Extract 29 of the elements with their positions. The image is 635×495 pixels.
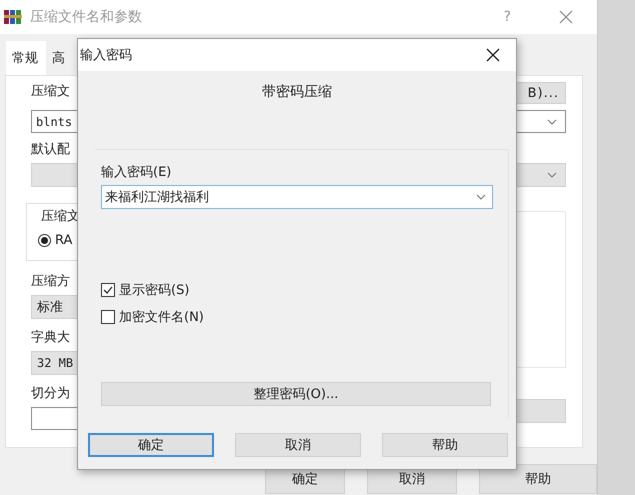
close-icon[interactable] [486,48,500,62]
field-label: 字典大 [31,329,70,346]
radio-button[interactable] [38,234,51,247]
dialog-button[interactable]: 帮助 [479,464,597,494]
organize-passwords-button[interactable]: 整理密码(O)... [101,382,491,406]
password-field[interactable]: 来福利江湖找福利 [101,185,493,209]
dialog-button[interactable]: 帮助 [382,433,508,457]
field-label: 默认配 [31,141,70,158]
checkbox[interactable] [101,310,115,324]
radio-label: RA [55,233,72,248]
field-label: 压缩方 [31,273,70,290]
books-icon [4,9,22,25]
dialog-button[interactable]: 确定 [88,433,214,457]
tab[interactable]: 常规 [6,41,46,75]
checkbox-label: 加密文件名(N) [119,309,204,326]
checkbox[interactable] [101,283,115,297]
chevron-icon [547,118,557,124]
browse-button[interactable]: B)... [514,82,566,104]
password-label: 输入密码(E) [101,164,172,181]
dialog-button[interactable]: 取消 [235,433,361,457]
field-label: 压缩文 [31,83,70,100]
field-label: 切分为 [31,385,70,402]
chevron-icon [476,194,486,200]
window-title: 压缩文件名和参数 [30,8,143,26]
checkbox-label: 显示密码(S) [119,282,190,299]
tab[interactable]: 高 [46,49,73,75]
dialog-heading: 带密码压缩 [261,83,333,102]
chevron-icon [547,172,557,178]
dialog-title: 输入密码 [80,47,132,64]
